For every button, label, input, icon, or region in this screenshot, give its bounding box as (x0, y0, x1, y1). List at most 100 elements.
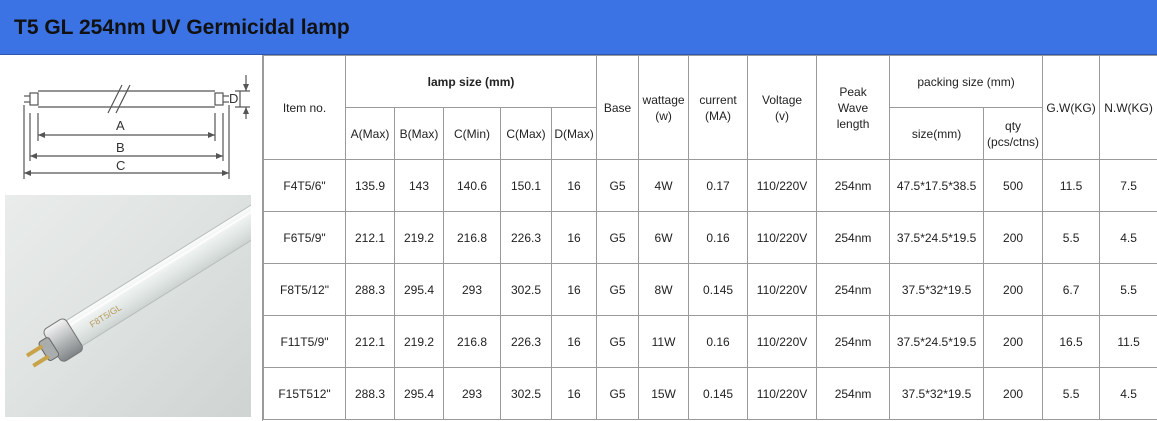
cell-size: 47.5*17.5*38.5 (889, 159, 985, 212)
cell-item: F11T5/9" (263, 315, 346, 368)
cell-size: 37.5*32*19.5 (889, 263, 985, 316)
cell-d: 16 (550, 315, 598, 368)
cell-nw: 5.5 (1099, 263, 1157, 316)
header-base: Base (596, 55, 640, 160)
cell-base: G5 (596, 315, 640, 368)
cell-c-min: 293 (443, 263, 501, 316)
cell-base: G5 (596, 263, 640, 316)
cell-b: 295.4 (394, 263, 444, 316)
table-row: F8T5/12" 288.3 295.4 293 302.5 16 G5 8W … (263, 263, 1157, 316)
header-peak-line1: Peak (839, 84, 867, 99)
header-qty-line2: (pcs/ctns) (987, 134, 1040, 149)
cell-size: 37.5*32*19.5 (889, 367, 985, 420)
cell-c-min: 140.6 (443, 159, 501, 212)
cell-peak: 254nm (816, 367, 891, 420)
cell-voltage: 110/220V (747, 263, 818, 316)
header-b-max: B(Max) (394, 107, 444, 160)
cell-voltage: 110/220V (747, 367, 818, 420)
cell-voltage: 110/220V (747, 211, 818, 264)
header-peak-line3: length (836, 116, 870, 131)
header-nw: N.W(KG) (1099, 55, 1157, 160)
header-qty-line1: qty (1005, 118, 1022, 133)
cell-gw: 16.5 (1042, 315, 1101, 368)
cell-nw: 4.5 (1099, 367, 1157, 420)
cell-current: 0.17 (688, 159, 749, 212)
cell-a: 288.3 (345, 367, 395, 420)
header-qty: qty (pcs/ctns) (983, 107, 1044, 160)
cell-base: G5 (596, 211, 640, 264)
cell-wattage: 6W (638, 211, 690, 264)
header-lamp-size: lamp size (mm) (344, 55, 598, 108)
cell-c-min: 293 (443, 367, 501, 420)
cell-base: G5 (596, 367, 640, 420)
lamp-photo: F8T5/GL (5, 195, 251, 417)
cell-voltage: 110/220V (747, 315, 818, 368)
cell-item: F15T512" (263, 367, 346, 420)
cell-wattage: 11W (638, 315, 690, 368)
left-panel: A B C D F8T5/GL (0, 55, 263, 421)
cell-peak: 254nm (816, 159, 891, 212)
cell-c-max: 302.5 (500, 263, 552, 316)
cell-base: G5 (596, 159, 640, 212)
cell-qty: 200 (983, 211, 1044, 264)
table-row: F15T512" 288.3 295.4 293 302.5 16 G5 15W… (263, 367, 1157, 420)
header-wattage-line1: wattage (642, 92, 685, 107)
cell-current: 0.145 (688, 367, 749, 420)
cell-voltage: 110/220V (747, 159, 818, 212)
dimension-label-c: C (116, 158, 125, 173)
cell-c-min: 216.8 (443, 315, 501, 368)
cell-size: 37.5*24.5*19.5 (889, 211, 985, 264)
cell-c-min: 216.8 (443, 211, 501, 264)
cell-a: 212.1 (345, 315, 395, 368)
header-voltage-line2: (v) (775, 108, 790, 123)
cell-gw: 5.5 (1042, 211, 1101, 264)
cell-qty: 200 (983, 315, 1044, 368)
header-a-max: A(Max) (345, 107, 395, 160)
cell-c-max: 226.3 (500, 315, 552, 368)
cell-a: 288.3 (345, 263, 395, 316)
cell-current: 0.145 (688, 263, 749, 316)
cell-b: 295.4 (394, 367, 444, 420)
table-row: F11T5/9" 212.1 219.2 216.8 226.3 16 G5 1… (263, 315, 1157, 368)
header-current-line2: (MA) (705, 108, 732, 123)
page-title: T5 GL 254nm UV Germicidal lamp (14, 16, 350, 39)
header-row-1: Item no. lamp size (mm) Base wattage (w)… (263, 55, 1157, 160)
cell-item: F4T5/6" (263, 159, 346, 212)
cell-size: 37.5*24.5*19.5 (889, 315, 985, 368)
title-banner: T5 GL 254nm UV Germicidal lamp (0, 0, 1157, 55)
header-size: size(mm) (889, 107, 985, 160)
cell-gw: 11.5 (1042, 159, 1101, 212)
cell-a: 212.1 (345, 211, 395, 264)
cell-wattage: 4W (638, 159, 690, 212)
cell-qty: 500 (983, 159, 1044, 212)
specification-table: Item no. lamp size (mm) Base wattage (w)… (263, 55, 1157, 420)
cell-item: F8T5/12" (263, 263, 346, 316)
cell-b: 219.2 (394, 315, 444, 368)
cell-peak: 254nm (816, 211, 891, 264)
header-gw: G.W(KG) (1042, 55, 1101, 160)
cell-gw: 5.5 (1042, 367, 1101, 420)
cell-c-max: 226.3 (500, 211, 552, 264)
dimension-label-d: D (229, 91, 238, 106)
header-peak-line2: Wave (837, 100, 869, 115)
cell-item: F6T5/9" (263, 211, 346, 264)
cell-peak: 254nm (816, 263, 891, 316)
cell-b: 219.2 (394, 211, 444, 264)
cell-d: 16 (550, 159, 598, 212)
header-d-max: D(Max) (550, 107, 598, 160)
lamp-dimension-diagram: A B C D (23, 75, 250, 179)
table-row: F4T5/6" 135.9 143 140.6 150.1 16 G5 4W 0… (263, 159, 1157, 212)
header-c-min: C(Min) (443, 107, 501, 160)
header-voltage-line1: Voltage (762, 92, 803, 107)
header-current-line1: current (699, 92, 737, 107)
table-row: F6T5/9" 212.1 219.2 216.8 226.3 16 G5 6W… (263, 211, 1157, 264)
cell-peak: 254nm (816, 315, 891, 368)
cell-c-max: 302.5 (500, 367, 552, 420)
cell-qty: 200 (983, 367, 1044, 420)
cell-nw: 4.5 (1099, 211, 1157, 264)
header-wattage: wattage (w) (638, 55, 690, 160)
cell-b: 143 (394, 159, 444, 212)
cell-wattage: 8W (638, 263, 690, 316)
cell-c-max: 150.1 (500, 159, 552, 212)
dimension-label-a: A (116, 118, 125, 133)
